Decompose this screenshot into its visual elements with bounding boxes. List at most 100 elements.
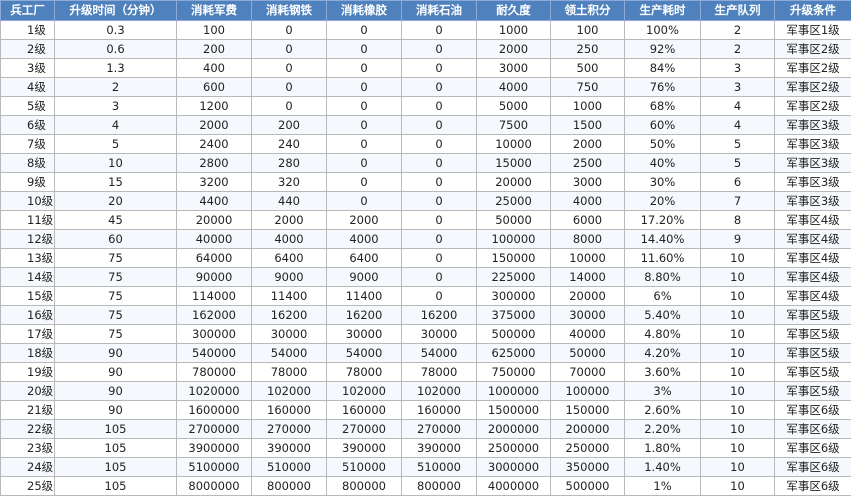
table-row: 3级1.3400000300050084%3军事区2级 (1, 59, 851, 78)
column-header: 生产队列 (701, 1, 775, 21)
table-cell: 8 (701, 211, 775, 230)
table-cell: 105 (55, 439, 177, 458)
table-cell: 90000 (177, 268, 252, 287)
level-cell: 7级 (1, 135, 55, 154)
table-cell: 1500 (551, 116, 625, 135)
table-cell: 280 (252, 154, 327, 173)
table-cell: 10 (701, 401, 775, 420)
table-cell: 90 (55, 401, 177, 420)
table-cell: 100000 (477, 230, 551, 249)
table-row: 9级1532003200020000300030%6军事区3级 (1, 173, 851, 192)
table-row: 16级75162000162001620016200375000300005.4… (1, 306, 851, 325)
table-cell: 105 (55, 477, 177, 496)
table-cell: 102000 (327, 382, 402, 401)
level-cell: 13级 (1, 249, 55, 268)
table-cell: 5 (55, 135, 177, 154)
table-cell: 84% (625, 59, 701, 78)
column-header: 耐久度 (477, 1, 551, 21)
table-cell: 3 (701, 78, 775, 97)
table-cell: 90 (55, 344, 177, 363)
table-cell: 军事区6级 (775, 401, 851, 420)
table-cell: 375000 (477, 306, 551, 325)
table-cell: 30000 (327, 325, 402, 344)
table-cell: 3.60% (625, 363, 701, 382)
table-cell: 2000 (477, 40, 551, 59)
table-cell: 76% (625, 78, 701, 97)
level-cell: 10级 (1, 192, 55, 211)
table-cell: 15 (55, 173, 177, 192)
table-cell: 50% (625, 135, 701, 154)
table-cell: 390000 (402, 439, 477, 458)
column-header: 升级时间（分钟） (55, 1, 177, 21)
table-cell: 100000 (551, 382, 625, 401)
table-cell: 54000 (327, 344, 402, 363)
level-cell: 17级 (1, 325, 55, 344)
table-cell: 3000000 (477, 458, 551, 477)
table-row: 15级7511400011400114000300000200006%10军事区… (1, 287, 851, 306)
table-cell: 300000 (477, 287, 551, 306)
table-cell: 102000 (252, 382, 327, 401)
table-cell: 70000 (551, 363, 625, 382)
table-cell: 4.80% (625, 325, 701, 344)
table-row: 10级2044004400025000400020%7军事区3级 (1, 192, 851, 211)
table-cell: 14.40% (625, 230, 701, 249)
table-cell: 4000 (477, 78, 551, 97)
table-cell: 240 (252, 135, 327, 154)
table-cell: 0 (327, 173, 402, 192)
table-cell: 6400 (252, 249, 327, 268)
table-cell: 10 (701, 249, 775, 268)
table-row: 13级75640006400640001500001000011.60%10军事… (1, 249, 851, 268)
table-cell: 0 (402, 249, 477, 268)
column-header: 领土积分 (551, 1, 625, 21)
level-cell: 16级 (1, 306, 55, 325)
table-cell: 7 (701, 192, 775, 211)
table-cell: 1200 (177, 97, 252, 116)
table-cell: 2.20% (625, 420, 701, 439)
table-cell: 2000 (327, 211, 402, 230)
table-cell: 20000 (551, 287, 625, 306)
table-cell: 军事区6级 (775, 420, 851, 439)
table-cell: 4 (701, 97, 775, 116)
table-cell: 30000 (252, 325, 327, 344)
table-cell: 9000 (327, 268, 402, 287)
table-cell: 54000 (252, 344, 327, 363)
table-cell: 40% (625, 154, 701, 173)
table-cell: 0 (402, 230, 477, 249)
table-row: 1级0.31000001000100100%2军事区1级 (1, 21, 851, 40)
table-cell: 600 (177, 78, 252, 97)
table-cell: 2 (701, 40, 775, 59)
table-cell: 0 (252, 78, 327, 97)
table-cell: 40000 (551, 325, 625, 344)
table-cell: 6400 (327, 249, 402, 268)
table-row: 23级1053900000390000390000390000250000025… (1, 439, 851, 458)
level-cell: 23级 (1, 439, 55, 458)
table-cell: 320 (252, 173, 327, 192)
table-cell: 20% (625, 192, 701, 211)
table-cell: 2 (55, 78, 177, 97)
table-cell: 64000 (177, 249, 252, 268)
level-cell: 6级 (1, 116, 55, 135)
table-cell: 510000 (327, 458, 402, 477)
table-cell: 270000 (402, 420, 477, 439)
table-cell: 105 (55, 458, 177, 477)
table-cell: 0 (327, 40, 402, 59)
table-cell: 3900000 (177, 439, 252, 458)
table-cell: 510000 (252, 458, 327, 477)
level-cell: 22级 (1, 420, 55, 439)
table-cell: 5100000 (177, 458, 252, 477)
table-cell: 军事区5级 (775, 344, 851, 363)
table-cell: 150000 (477, 249, 551, 268)
table-cell: 60% (625, 116, 701, 135)
table-cell: 510000 (402, 458, 477, 477)
table-cell: 军事区2级 (775, 59, 851, 78)
level-cell: 25级 (1, 477, 55, 496)
table-cell: 军事区4级 (775, 249, 851, 268)
level-cell: 15级 (1, 287, 55, 306)
table-cell: 250 (551, 40, 625, 59)
table-cell: 102000 (402, 382, 477, 401)
table-row: 25级1058000000800000800000800000400000050… (1, 477, 851, 496)
table-cell: 90 (55, 382, 177, 401)
table-cell: 军事区2级 (775, 40, 851, 59)
table-cell: 40000 (177, 230, 252, 249)
column-header: 兵工厂 (1, 1, 55, 21)
